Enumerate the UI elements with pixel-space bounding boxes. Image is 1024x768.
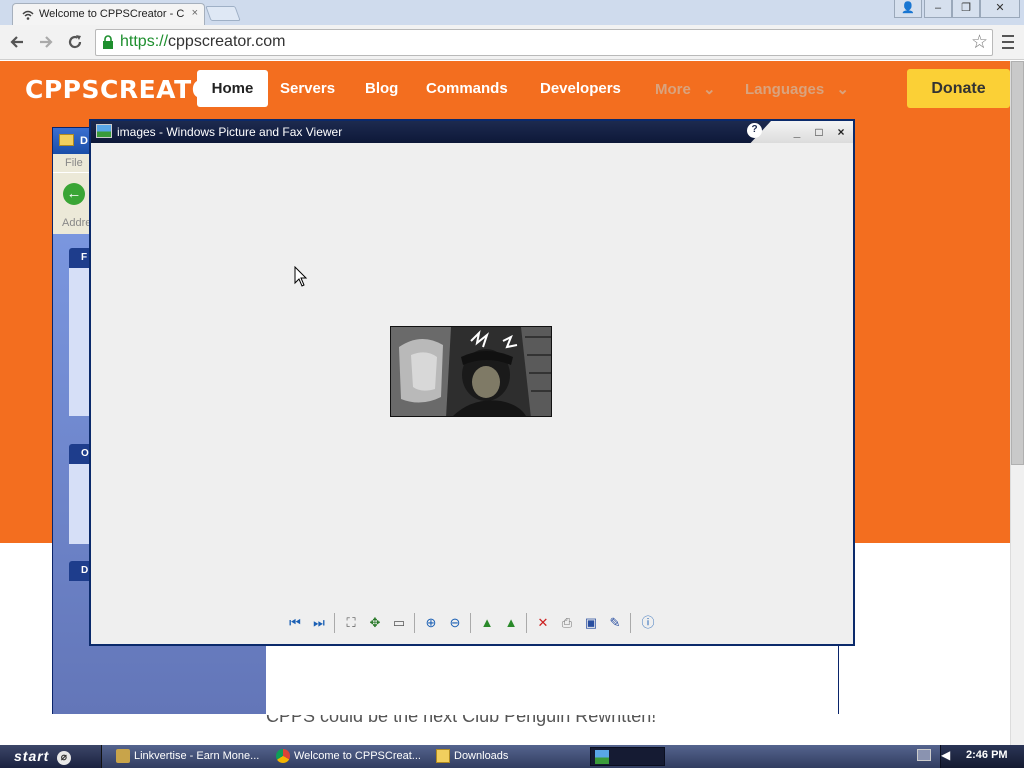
viewer-title: images - Windows Picture and Fax Viewer [117, 125, 343, 139]
folder-icon [436, 749, 450, 763]
viewer-close-button[interactable]: × [833, 124, 849, 140]
nav-more-label: More [655, 81, 691, 98]
taskbar-item-label: Welcome to CPPSCreat... [294, 750, 421, 762]
explorer-title: D [80, 135, 88, 147]
bookmark-star-icon[interactable]: ☆ [971, 31, 988, 54]
minimize-icon: – [934, 2, 942, 14]
chrome-menu-button[interactable] [997, 31, 1019, 53]
taskbar-item-linkvertise[interactable]: Linkvertise - Earn Mone... [112, 747, 272, 766]
user-icon: 👤 [901, 2, 915, 14]
tray-arrow-icon[interactable]: ◀ [941, 748, 950, 762]
taskbar-clock[interactable]: 2:46 PM [966, 749, 1008, 761]
print-icon[interactable]: ⎙ [558, 614, 576, 632]
start-button[interactable]: start ⌀ [0, 745, 102, 768]
picture-viewer-icon [96, 124, 112, 138]
save-icon[interactable]: ▣ [582, 614, 600, 632]
nav-commands[interactable]: Commands [426, 80, 508, 97]
taskbar-item-chrome[interactable]: Welcome to CPPSCreat... [272, 747, 432, 766]
rotate-clockwise-icon[interactable]: ▲ [478, 614, 496, 632]
toolbar-separator [526, 613, 527, 633]
windows-orb-icon: ⌀ [57, 751, 72, 765]
url-host: cppscreator.com [168, 33, 286, 50]
address-bar[interactable]: https://cppscreator.com ☆ [95, 29, 993, 56]
explorer-back-icon[interactable]: ← [63, 183, 85, 205]
next-image-icon[interactable]: ⏭ [310, 614, 328, 632]
reload-icon [68, 35, 82, 49]
nav-servers[interactable]: Servers [280, 80, 335, 97]
taskbar-item-picture-viewer[interactable] [590, 747, 665, 766]
taskbar-item-label: Linkvertise - Earn Mone... [134, 750, 260, 762]
best-fit-icon[interactable]: ⛶ [342, 614, 360, 632]
tools-icon [116, 749, 130, 763]
picture-viewer-icon [595, 750, 609, 764]
nav-languages[interactable]: Languages ⌄ [745, 80, 849, 98]
folder-icon [59, 134, 74, 146]
rotate-counterclockwise-icon[interactable]: ▲ [502, 614, 520, 632]
taskbar-item-label: Downloads [454, 750, 509, 762]
zoom-in-icon[interactable]: ⊕ [422, 614, 440, 632]
nav-blog[interactable]: Blog [365, 80, 398, 97]
toolbar-separator [630, 613, 631, 633]
image-content [391, 327, 551, 416]
nav-developers[interactable]: Developers [540, 80, 621, 97]
chevron-down-icon: ⌄ [836, 81, 849, 98]
nav-languages-label: Languages [745, 81, 825, 98]
close-icon: ✕ [995, 2, 1005, 14]
menu-file[interactable]: File [65, 157, 83, 169]
address-label: Addre [62, 217, 92, 229]
browser-tab-cppscreator[interactable]: Welcome to CPPSCreator - C × [12, 3, 205, 25]
chevron-down-icon: ⌄ [703, 81, 716, 98]
url-scheme: https:// [120, 33, 169, 50]
viewer-maximize-button[interactable]: □ [811, 124, 827, 140]
taskbar-item-downloads[interactable]: Downloads [432, 747, 582, 766]
keyboard-icon[interactable] [917, 749, 931, 761]
delete-icon[interactable]: ✕ [534, 614, 552, 632]
window-minimize-button[interactable]: – [924, 0, 952, 18]
toolbar-separator [470, 613, 471, 633]
profile-button[interactable]: 👤 [894, 0, 922, 18]
slideshow-icon[interactable]: ▭ [390, 614, 408, 632]
restore-icon: ❐ [961, 2, 971, 14]
help-icon[interactable]: ? [747, 123, 762, 138]
new-tab-button[interactable] [205, 6, 241, 21]
start-label: start [14, 748, 50, 764]
nav-more[interactable]: More ⌄ [655, 80, 716, 98]
viewer-titlebar[interactable]: images - Windows Picture and Fax Viewer … [91, 121, 853, 143]
page-scrollbar-thumb[interactable] [1011, 61, 1024, 465]
toolbar-separator [334, 613, 335, 633]
wifi-favicon-icon [22, 10, 34, 20]
back-button[interactable] [6, 31, 28, 53]
zoom-out-icon[interactable]: ⊖ [446, 614, 464, 632]
lock-icon [103, 35, 113, 49]
chrome-icon [276, 749, 290, 763]
toolbar-separator [414, 613, 415, 633]
window-restore-button[interactable]: ❐ [952, 0, 980, 18]
arrow-left-icon [10, 36, 23, 48]
actual-size-icon[interactable]: ✥ [366, 614, 384, 632]
browser-toolbar: https://cppscreator.com ☆ [0, 25, 1024, 60]
reload-button[interactable] [64, 31, 86, 53]
viewer-minimize-button[interactable]: _ [789, 124, 805, 140]
mouse-cursor-icon [294, 266, 308, 287]
hamburger-icon [1002, 35, 1014, 37]
tab-close-icon[interactable]: × [192, 7, 198, 19]
displayed-image [390, 326, 552, 417]
nav-home[interactable]: Home [197, 70, 268, 107]
help-icon[interactable]: ⓘ [639, 614, 657, 632]
window-close-button[interactable]: ✕ [980, 0, 1020, 18]
forward-button[interactable] [35, 31, 57, 53]
donate-button[interactable]: Donate [907, 69, 1010, 108]
edit-icon[interactable]: ✎ [606, 614, 624, 632]
browser-tab-title: Welcome to CPPSCreator - C [39, 8, 185, 20]
arrow-right-icon [40, 36, 53, 48]
previous-image-icon[interactable]: ⏮ [286, 614, 304, 632]
